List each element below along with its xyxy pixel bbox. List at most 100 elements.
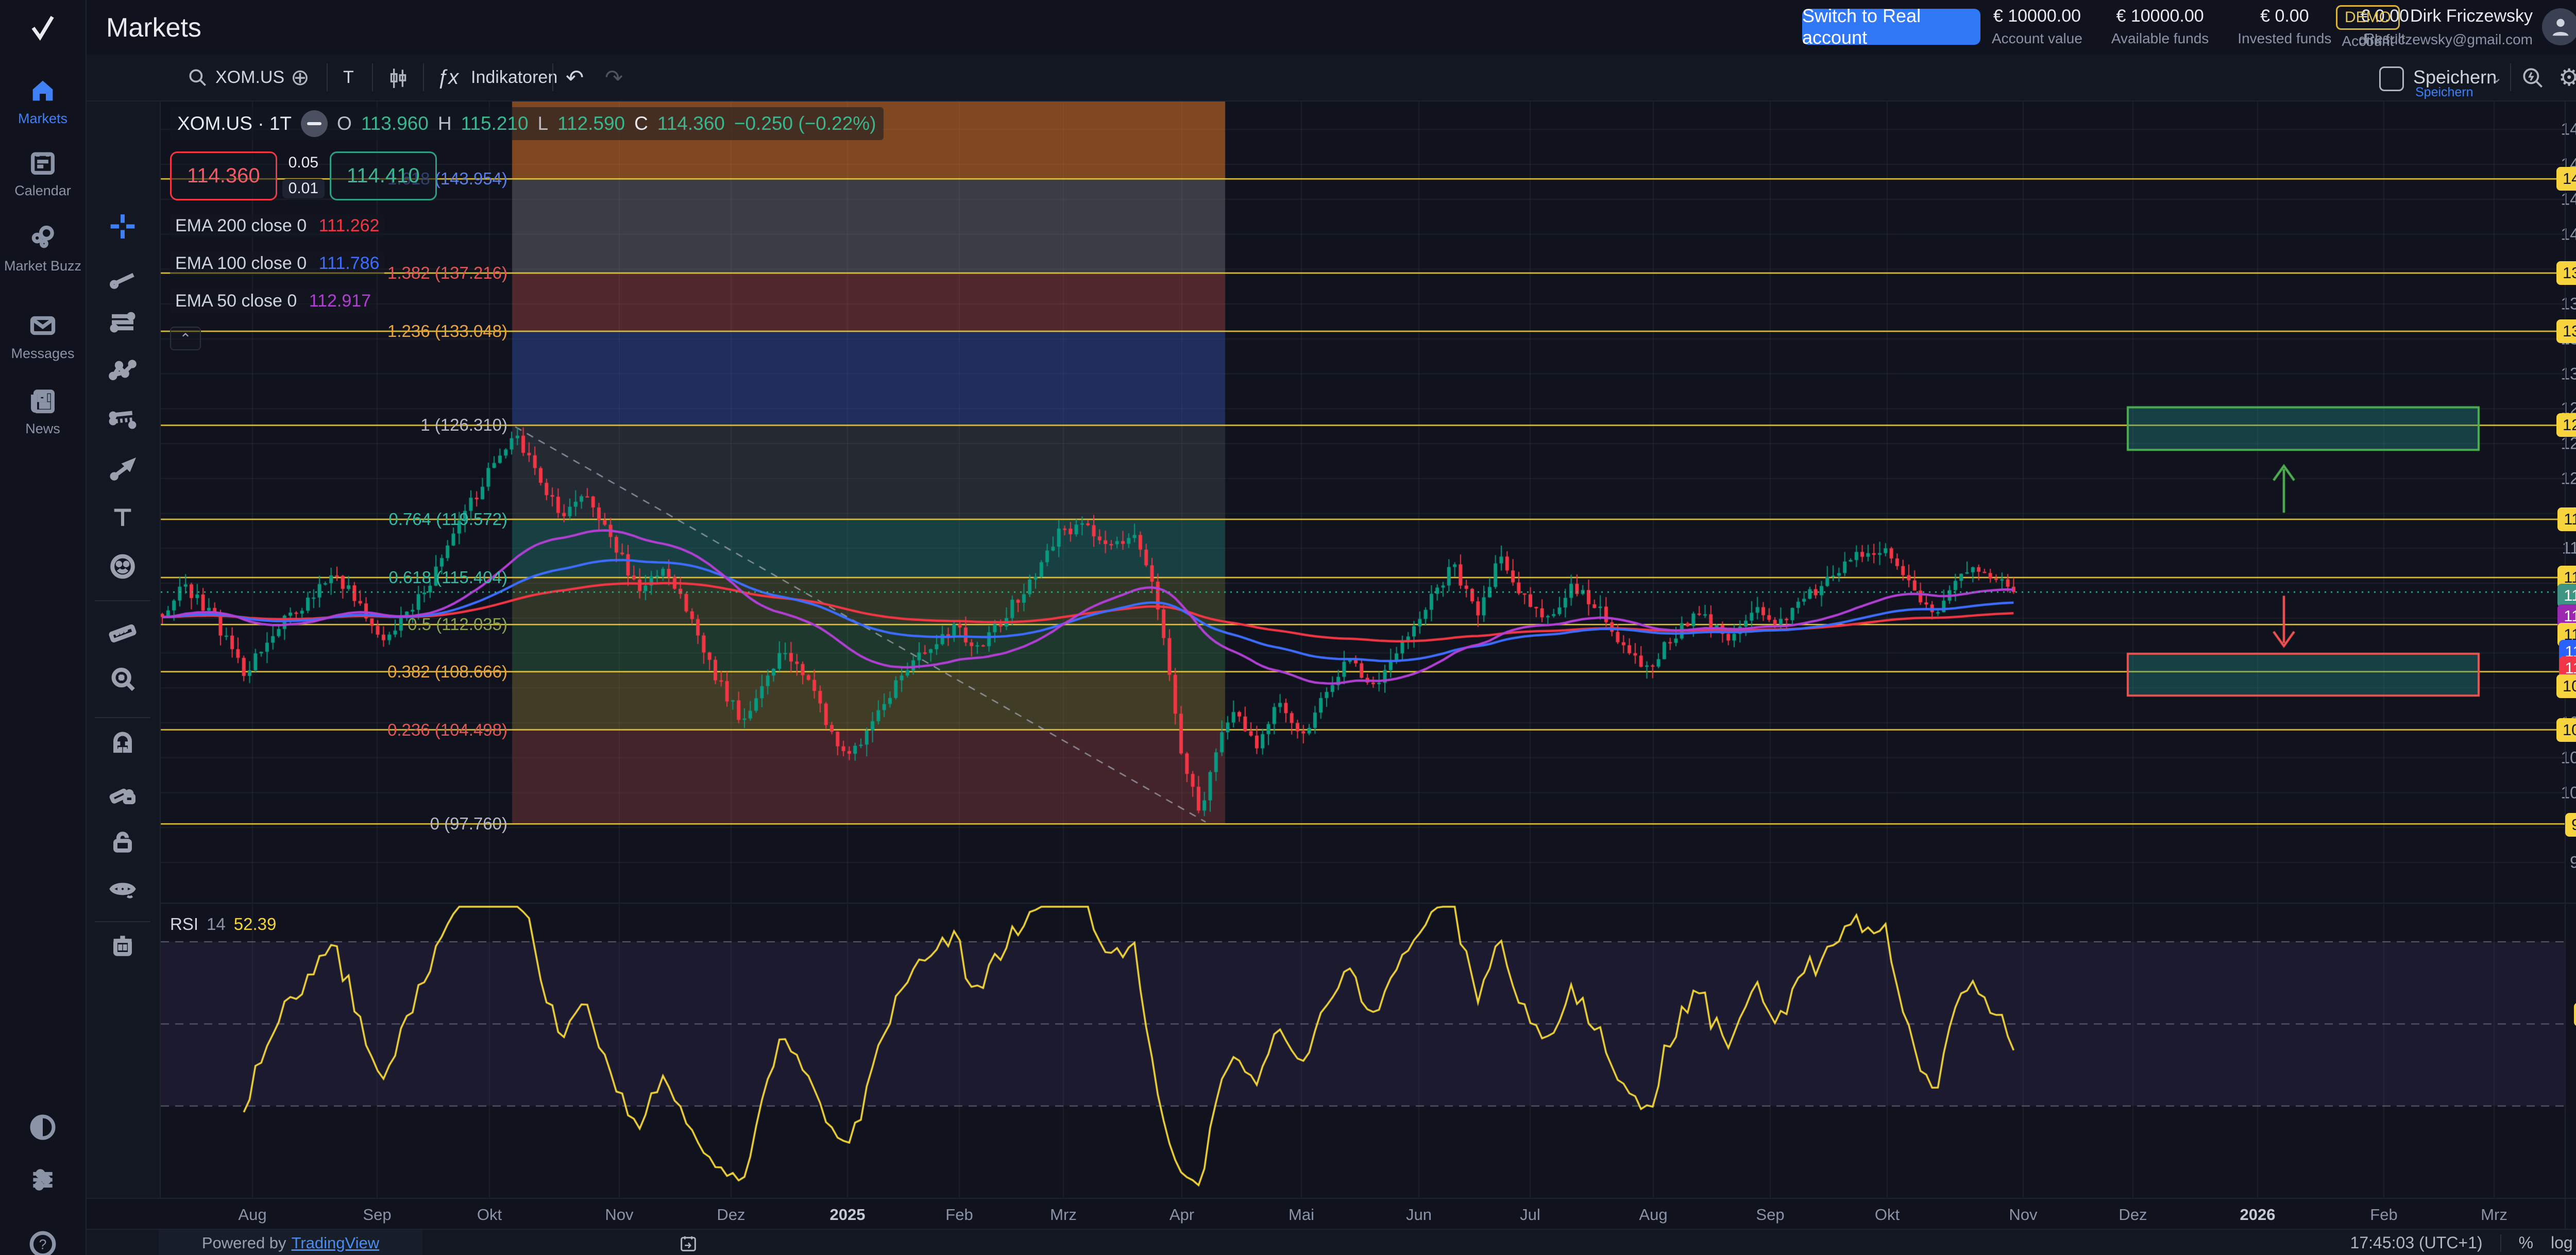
contrast-icon	[28, 1113, 57, 1142]
tradingview-link[interactable]: TradingView	[292, 1234, 380, 1252]
hide-drawings-tool-icon	[108, 875, 137, 904]
fib-level-label[interactable]: 0.618 (115.404)	[388, 568, 507, 587]
avatar[interactable]	[2542, 8, 2576, 45]
price-axis-tick: 147.500	[2561, 120, 2576, 139]
settings-gear-icon[interactable]: ⚙	[2558, 54, 2576, 100]
crosshair-tool[interactable]	[108, 212, 137, 244]
fib-level-label[interactable]: 0 (97.760)	[430, 814, 507, 834]
undo-button[interactable]: ↶	[566, 54, 584, 100]
spread-high: 0.05	[289, 154, 318, 172]
time-axis-border	[86, 1198, 2576, 1199]
time-axis-label: Jun	[1406, 1206, 1432, 1224]
pattern-tool[interactable]	[108, 357, 137, 388]
fib-level-label[interactable]: 1 (126.310)	[420, 415, 507, 435]
sell-button[interactable]: 114.360	[170, 151, 277, 200]
symbol-search-button[interactable]: XOM.US	[215, 54, 284, 100]
sidebar-item-market-buzz[interactable]: Market Buzz	[0, 223, 86, 274]
quick-search-icon[interactable]	[2520, 65, 2546, 91]
layout-checkbox[interactable]	[2379, 66, 2404, 91]
time-axis-label: Sep	[363, 1206, 391, 1224]
close-value: 114.360	[657, 113, 725, 134]
price-axis-tick: 142.500	[2561, 190, 2576, 209]
sidebar-item-messages[interactable]: Messages	[0, 311, 86, 362]
lock-all-tool[interactable]	[108, 828, 137, 859]
pane-divider[interactable]	[87, 903, 2576, 904]
user-block[interactable]: Dirk Friczewsky dirk.friczewsky@gmail.co…	[2359, 6, 2533, 48]
sidebar-item-news[interactable]: News	[0, 386, 86, 437]
high-label: H	[438, 113, 452, 134]
legend-collapse-button[interactable]: ⌃	[170, 327, 201, 350]
go-to-date-icon[interactable]	[678, 1233, 699, 1254]
magnet-tool[interactable]	[108, 731, 137, 762]
help-button[interactable]: ?	[0, 1229, 86, 1255]
ema-legend-row[interactable]: EMA 200 close 0 111.262	[170, 214, 384, 238]
rsi-legend[interactable]: RSI 14 52.39	[170, 914, 276, 934]
sliders-icon	[28, 1165, 57, 1194]
hide-drawings-tool[interactable]	[108, 875, 137, 906]
ema-legend-row[interactable]: EMA 100 close 0 111.786	[170, 251, 384, 276]
time-axis-label: 2025	[830, 1206, 866, 1224]
fib-retracement-tool-icon	[108, 308, 137, 337]
ruler-tool[interactable]	[108, 616, 137, 647]
price-axis-tick: 122.500	[2561, 469, 2576, 488]
arrow-marker-tool-icon	[108, 455, 137, 484]
time-axis-label: Nov	[2009, 1206, 2037, 1224]
percent-scale-button[interactable]: %	[2519, 1233, 2533, 1252]
bottom-bar: Powered by TradingView 17:45:03 (UTC+1) …	[86, 1229, 2576, 1255]
rsi-period: 14	[207, 914, 226, 934]
crosshair-tool-icon	[108, 212, 137, 241]
save-menu-chevron-icon[interactable]: ⌄	[2490, 54, 2502, 100]
time-axis-label: Okt	[1875, 1206, 1900, 1224]
ema-value: 111.262	[319, 216, 380, 235]
chart-type-candles-icon[interactable]	[385, 65, 411, 91]
brand-logo[interactable]	[26, 11, 59, 47]
log-scale-button[interactable]: log	[2551, 1233, 2573, 1252]
sidebar-item-markets[interactable]: Markets	[0, 76, 86, 127]
time-axis-label: Nov	[605, 1206, 633, 1224]
ema-legend-row[interactable]: EMA 50 close 0 112.917	[170, 289, 376, 313]
indicators-button[interactable]: Indikatoren	[471, 54, 557, 100]
price-axis-tick: 117.500	[2562, 539, 2576, 558]
search-icon[interactable]	[187, 66, 209, 89]
fib-level-label[interactable]: 0.764 (119.572)	[388, 510, 507, 529]
prediction-tool[interactable]	[108, 406, 137, 437]
time-axis-label: Mrz	[1050, 1206, 1077, 1224]
time-axis-label: Apr	[1170, 1206, 1194, 1224]
price-axis-badge: 108.666	[2556, 674, 2576, 698]
arrow-marker-tool[interactable]	[108, 455, 137, 486]
fib-level-label[interactable]: 0.5 (112.035)	[408, 615, 507, 634]
preferences-button[interactable]	[0, 1165, 86, 1194]
fib-level-label[interactable]: 0.382 (108.666)	[387, 662, 507, 682]
app-sidebar: Markets Calendar Market Buzz Messages News ?	[0, 0, 87, 1255]
trendline-tool[interactable]	[108, 264, 137, 296]
redo-button[interactable]: ↷	[605, 54, 623, 100]
home-icon	[28, 76, 58, 106]
buy-button[interactable]: 114.410	[330, 151, 437, 200]
remove-drawings-tool[interactable]	[108, 931, 137, 963]
low-label: L	[538, 113, 549, 134]
envelope-icon	[28, 311, 58, 341]
switch-to-real-account-button[interactable]: Switch to Real account	[1802, 9, 1980, 45]
price-axis-badge: 126.310	[2556, 413, 2576, 437]
app-header: Markets Switch to Real account € 10000.0…	[86, 0, 2576, 55]
price-axis-badge: 137.216	[2556, 261, 2576, 285]
text-tool[interactable]	[108, 503, 137, 535]
chart-legend: XOM.US · 1T O113.960 H115.210 L112.590 C…	[170, 107, 884, 350]
ohlc-row[interactable]: XOM.US · 1T O113.960 H115.210 L112.590 C…	[170, 107, 884, 140]
text-tool-icon	[108, 503, 137, 532]
compare-add-button[interactable]: ⊕	[291, 54, 310, 100]
emoji-tool[interactable]	[108, 552, 137, 584]
prediction-tool-icon	[108, 406, 137, 435]
app-window: Markets Switch to Real account € 10000.0…	[0, 0, 2576, 1255]
fib-retracement-tool[interactable]	[108, 308, 137, 340]
clock[interactable]: 17:45:03 (UTC+1)	[2350, 1233, 2483, 1252]
zoom-in-tool[interactable]	[108, 665, 137, 696]
interval-button[interactable]: T	[343, 54, 354, 100]
drawing-mode-lock[interactable]	[108, 779, 137, 810]
ruler-tool-icon	[108, 616, 137, 645]
fib-level-label[interactable]: 0.236 (104.498)	[387, 720, 507, 740]
price-axis-badge: 119.572	[2557, 507, 2576, 531]
sidebar-item-calendar[interactable]: Calendar	[0, 148, 86, 199]
save-layout-sublabel: Speichern	[2415, 85, 2473, 100]
theme-toggle[interactable]	[0, 1113, 86, 1142]
